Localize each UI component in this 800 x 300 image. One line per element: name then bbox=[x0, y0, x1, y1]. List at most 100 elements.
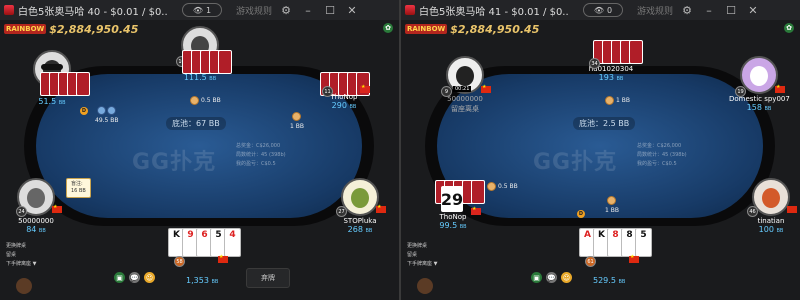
bottom-icons: ▣ 💬 ☺ bbox=[114, 272, 155, 283]
gear-icon[interactable]: ⚙ bbox=[679, 2, 695, 18]
player-status: 留座离桌 bbox=[451, 105, 479, 113]
player-stack: 51.5 BB bbox=[22, 97, 82, 106]
bb-unit: BB bbox=[209, 76, 217, 82]
stack-value: 100 bbox=[758, 225, 774, 234]
player-seat[interactable]: 50000000 留座离桌 9 00:21 bbox=[435, 56, 495, 114]
bb-unit: BB bbox=[616, 76, 624, 82]
player-name: STOPluka bbox=[343, 217, 377, 225]
viewers-counter[interactable]: 👁 1 bbox=[182, 3, 222, 17]
bet-amount: 0.5 BB bbox=[487, 182, 518, 191]
bet-label: 1 BB bbox=[290, 123, 304, 130]
flag-cn-icon bbox=[629, 254, 639, 263]
level-badge: 61 bbox=[585, 256, 596, 267]
top-icons: ✿ bbox=[784, 23, 794, 33]
player-seat[interactable]: 50000000 84 BB 24 bbox=[6, 178, 66, 234]
chip-icon bbox=[190, 96, 199, 105]
table-logo: GG扑克 bbox=[132, 150, 217, 175]
game-rules-link[interactable]: 游戏规则 bbox=[637, 4, 673, 17]
info-line: 局数统计：45 (398b) bbox=[236, 152, 286, 158]
option-change-table[interactable]: 更换牌桌 bbox=[407, 242, 437, 251]
avatar bbox=[740, 56, 778, 94]
hole-card: 5 bbox=[635, 228, 652, 257]
flag-hk-icon bbox=[787, 206, 797, 213]
flag-cn-icon bbox=[775, 84, 785, 93]
bb-unit: BB bbox=[349, 104, 357, 110]
stack-value: 193 bbox=[598, 73, 614, 82]
bb-unit: BB bbox=[776, 228, 784, 234]
player-cards bbox=[593, 40, 643, 64]
clover-icon[interactable]: ✿ bbox=[784, 23, 794, 33]
maximize-icon[interactable]: ☐ bbox=[723, 2, 739, 18]
option-sit-out[interactable]: 留桌 bbox=[6, 251, 36, 260]
pot-label: 底池：67 BB bbox=[166, 117, 226, 130]
card-rank: 8 bbox=[626, 230, 633, 240]
card-rank: 5 bbox=[640, 230, 647, 240]
bet-label: 49.5 BB bbox=[95, 117, 119, 124]
table-window-40: 白色5张奥马哈 40 - $0.01 / $0... 👁 1 游戏规则 ⚙ – ☐… bbox=[0, 0, 399, 300]
stack-value: 99.5 bbox=[439, 221, 458, 230]
gear-icon[interactable]: ⚙ bbox=[278, 2, 294, 18]
game-rules-link[interactable]: 游戏规则 bbox=[236, 4, 272, 17]
maximize-icon[interactable]: ☐ bbox=[322, 2, 338, 18]
close-icon[interactable]: ✕ bbox=[745, 2, 761, 18]
player-seat[interactable]: Domestic spy007 158 BB 19 bbox=[729, 56, 790, 112]
stack-value: 84 bbox=[26, 225, 37, 234]
option-leave-next-hand[interactable]: 下手牌离座 ▼ bbox=[407, 260, 437, 269]
eye-icon: 👁 bbox=[192, 5, 204, 15]
bet-amount: 49.5 BB bbox=[95, 106, 119, 124]
player-seat[interactable]: tinatian 100 BB 46 bbox=[741, 178, 800, 234]
stats-icon[interactable]: ▣ bbox=[114, 272, 125, 283]
bet-amount: 1 BB bbox=[605, 96, 630, 105]
player-stack: 158 BB bbox=[729, 103, 789, 112]
flag-cn-icon bbox=[376, 204, 386, 213]
chat-icon[interactable]: 💬 bbox=[129, 272, 140, 283]
player-stack: 268 BB bbox=[330, 225, 390, 234]
balance-logo: RAINBOW bbox=[405, 24, 448, 34]
card-back bbox=[76, 72, 90, 96]
player-name: tinatian bbox=[757, 217, 785, 225]
player-stack: 290 BB bbox=[314, 101, 374, 110]
option-leave-next-hand[interactable]: 下手牌离座 ▼ bbox=[6, 260, 36, 269]
balance-bar[interactable]: RAINBOW $2,884,950.45 bbox=[4, 22, 138, 36]
viewers-counter[interactable]: 👁 0 bbox=[583, 3, 623, 17]
bet-label: 0.5 BB bbox=[498, 183, 518, 190]
title-bar[interactable]: 白色5张奥马哈 41 - $0.01 / $0... 👁 0 游戏规则 ⚙ – ☐… bbox=[401, 0, 800, 20]
emoji-icon[interactable]: ☺ bbox=[561, 272, 572, 283]
level-badge: 11 bbox=[322, 86, 333, 97]
card-back bbox=[629, 40, 643, 64]
emoji-icon[interactable]: ☺ bbox=[144, 272, 155, 283]
player-seat[interactable]: STOPluka 268 BB 27 bbox=[330, 178, 390, 234]
timebank: 00:21 bbox=[453, 86, 472, 92]
option-sit-out[interactable]: 留桌 bbox=[407, 251, 437, 260]
close-icon[interactable]: ✕ bbox=[344, 2, 360, 18]
stack-value: 111.5 bbox=[183, 73, 207, 82]
table-info: 总奖金：C$26,000 局数统计：45 (398b) 我的盈亏：C$0.5 bbox=[236, 142, 286, 169]
bet-label: 0.5 BB bbox=[201, 97, 221, 104]
top-icons: ✿ bbox=[383, 23, 393, 33]
clover-icon[interactable]: ✿ bbox=[383, 23, 393, 33]
dealer-button: D bbox=[80, 107, 88, 115]
chat-icon[interactable]: 💬 bbox=[546, 272, 557, 283]
minimize-icon[interactable]: – bbox=[300, 2, 316, 18]
card-back bbox=[218, 50, 232, 74]
bb-unit: BB bbox=[58, 100, 66, 106]
card-rank: A bbox=[584, 230, 591, 240]
option-change-table[interactable]: 更换牌桌 bbox=[6, 242, 36, 251]
bottom-icons: ▣ 💬 ☺ bbox=[531, 272, 572, 283]
minimize-icon[interactable]: – bbox=[701, 2, 717, 18]
title-bar[interactable]: 白色5张奥马哈 40 - $0.01 / $0... 👁 1 游戏规则 ⚙ – ☐… bbox=[0, 0, 399, 20]
hole-card: 4 bbox=[224, 228, 241, 257]
level-badge: 9 bbox=[441, 86, 452, 97]
info-line: 我的盈亏：C$0.5 bbox=[236, 161, 276, 167]
bb-unit: BB bbox=[764, 106, 772, 112]
hero-cards: K 9 6 5 4 bbox=[168, 228, 241, 257]
side-options: 更换牌桌 留桌 下手牌离座 ▼ bbox=[407, 242, 437, 269]
chip-icon bbox=[487, 182, 496, 191]
fold-button[interactable]: 弃牌 bbox=[246, 268, 290, 288]
viewers-count: 1 bbox=[206, 5, 212, 15]
bb-unit: BB bbox=[459, 224, 467, 230]
info-line: 我的盈亏：C$0.5 bbox=[637, 161, 677, 167]
stats-icon[interactable]: ▣ bbox=[531, 272, 542, 283]
level-badge: 19 bbox=[735, 86, 746, 97]
balance-bar[interactable]: RAINBOW $2,884,950.45 bbox=[405, 22, 539, 36]
